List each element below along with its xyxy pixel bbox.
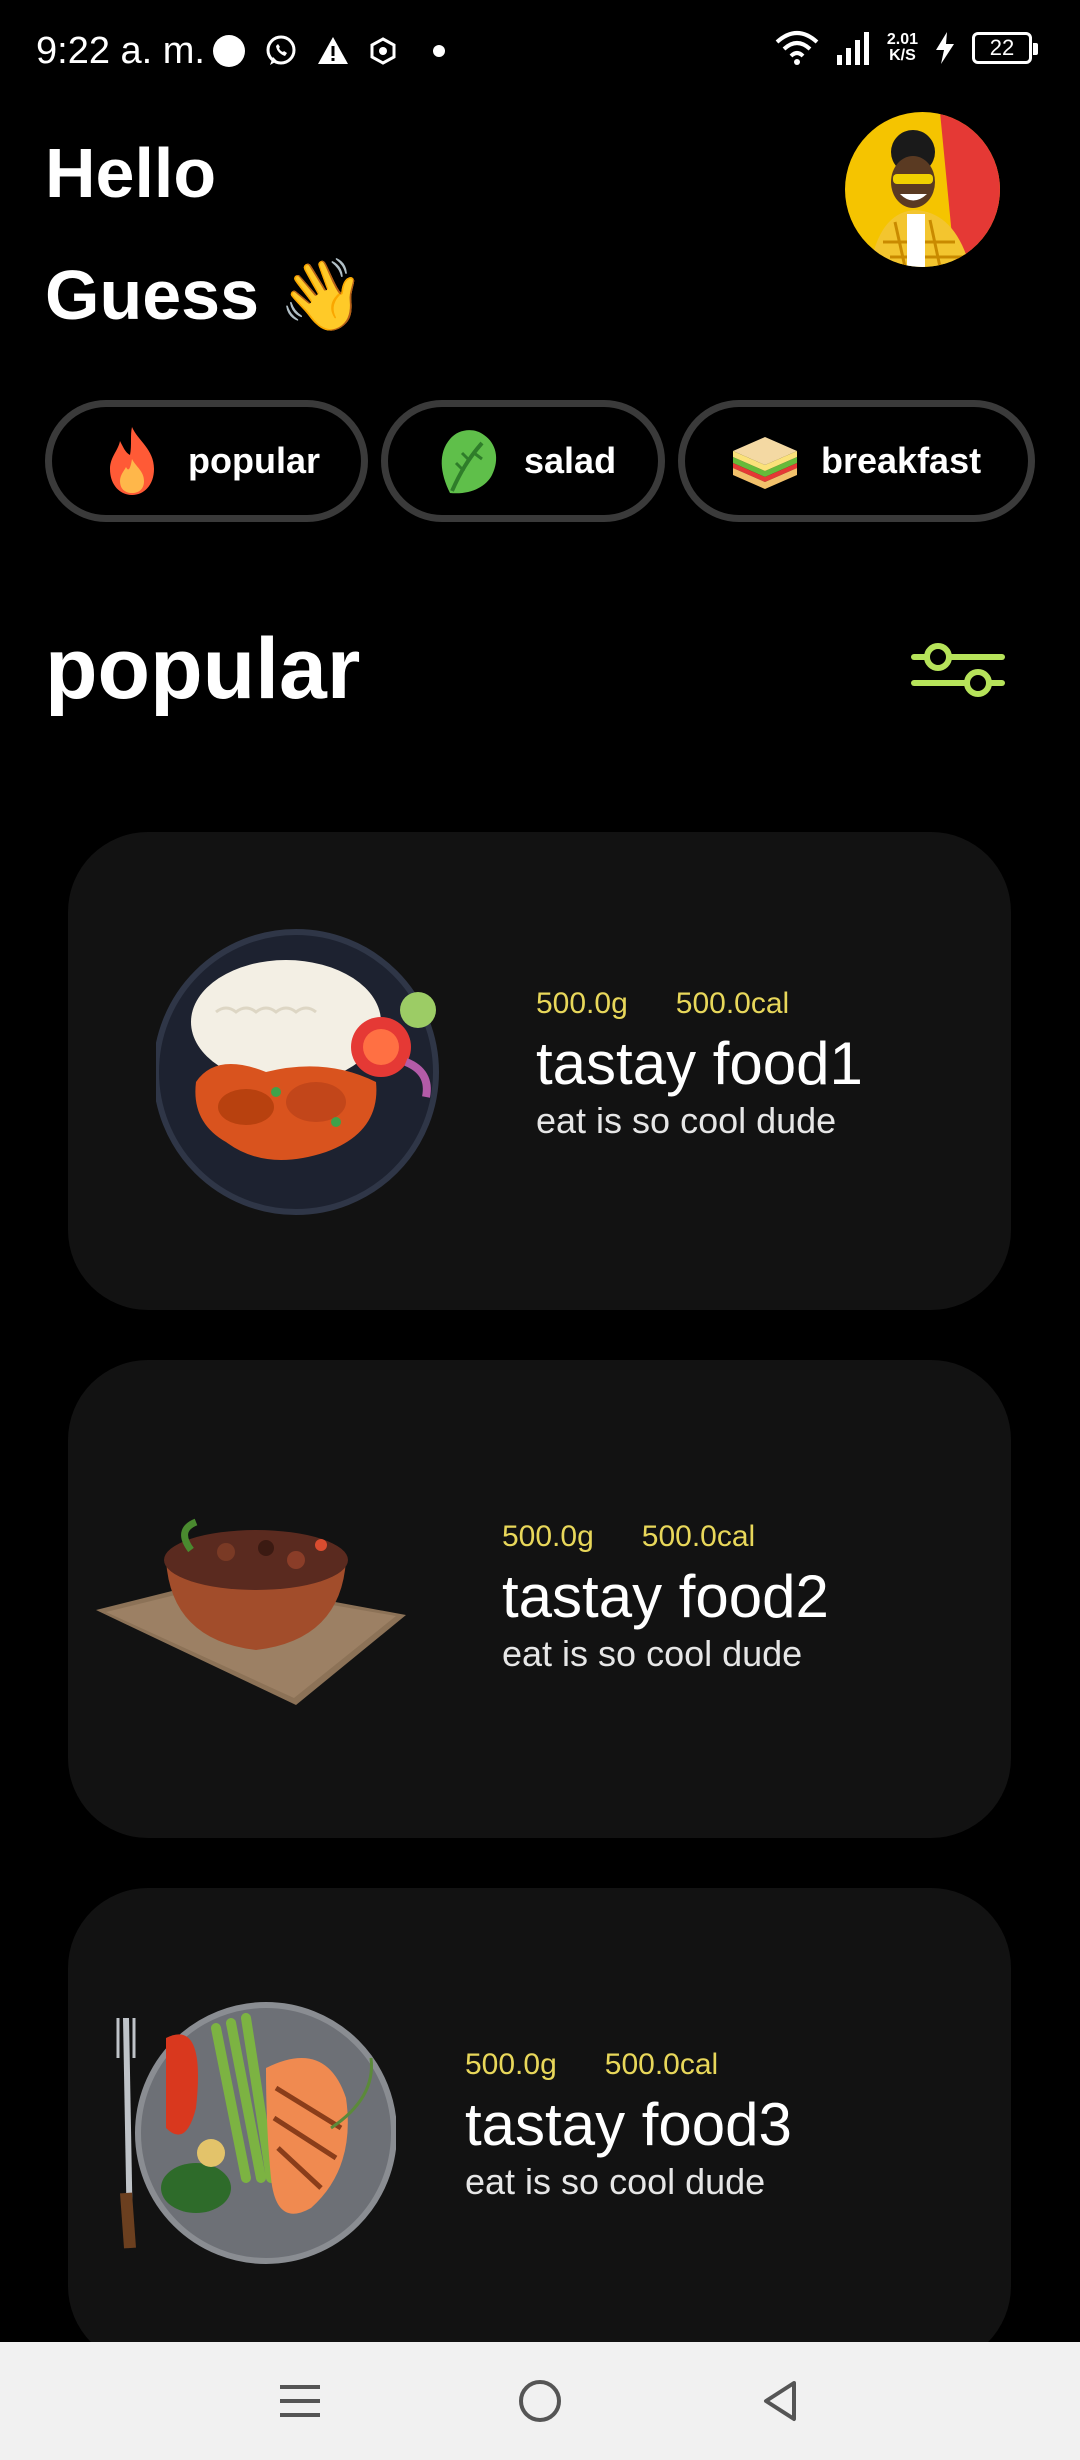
food-image <box>156 929 439 1215</box>
battery-level: 22 <box>989 35 1015 60</box>
system-icons: 2.01 K/S 22 <box>775 30 1038 66</box>
fire-icon <box>110 427 154 495</box>
food-weight: 500.0g <box>465 2048 557 2081</box>
category-chip-breakfast[interactable]: breakfast <box>678 400 1035 522</box>
home-circle-icon <box>519 2380 561 2422</box>
food-name: tastay food2 <box>502 1563 829 1630</box>
status-time: 9:22 a. m. <box>36 30 205 72</box>
net-speed-unit: K/S <box>889 47 916 64</box>
food-description: eat is so cool dude <box>465 2161 766 2202</box>
system-nav-bar <box>0 2342 1080 2460</box>
section-title: popular <box>45 621 361 717</box>
avatar-image <box>845 112 1000 267</box>
food-calories: 500.0cal <box>675 987 790 1020</box>
circle-notification-icon <box>213 35 245 67</box>
food-card[interactable]: 500.0g 500.0cal tastay food1 eat is so c… <box>68 832 1011 1310</box>
net-speed-value: 2.01 <box>886 31 918 48</box>
food-name: tastay food1 <box>536 1030 863 1097</box>
menu-icon <box>280 2385 320 2417</box>
sandwich-icon <box>733 437 797 489</box>
sliders-icon[interactable] <box>910 640 1006 700</box>
food-calories: 500.0cal <box>604 2048 719 2081</box>
food-info: 500.0g 500.0cal tastay food2 eat is so c… <box>502 1520 829 1675</box>
charging-icon <box>936 32 954 64</box>
food-stats: 500.0g 500.0cal <box>465 2048 792 2082</box>
category-label: popular <box>188 440 320 481</box>
menu-button[interactable] <box>270 2371 330 2431</box>
food-image <box>96 1518 406 1705</box>
food-name: tastay food3 <box>465 2091 792 2158</box>
net-speed: 2.01 K/S <box>887 32 918 64</box>
food-stats: 500.0g 500.0cal <box>502 1520 829 1554</box>
status-bar: 9:22 a. m. 2.01 K/S 22 <box>0 0 1080 110</box>
back-button[interactable] <box>750 2371 810 2431</box>
lettuce-icon <box>441 430 497 494</box>
dot-icon <box>433 45 445 57</box>
greeting: Hello Guess 👋 <box>45 112 366 356</box>
food-weight: 500.0g <box>502 1520 594 1553</box>
warning-icon <box>318 37 348 64</box>
category-label: salad <box>524 440 617 481</box>
category-chip-popular[interactable]: popular <box>45 400 368 522</box>
food-card[interactable]: 500.0g 500.0cal tastay food2 eat is so c… <box>68 1360 1011 1838</box>
battery-icon: 22 <box>972 32 1038 64</box>
food-weight: 500.0g <box>536 987 628 1020</box>
avatar[interactable] <box>845 112 1000 267</box>
greeting-line2: Guess 👋 <box>45 256 366 334</box>
home-button[interactable] <box>510 2371 570 2431</box>
hexagon-icon <box>370 37 396 65</box>
notification-icons <box>212 34 446 68</box>
food-description: eat is so cool dude <box>502 1633 803 1674</box>
greeting-line1: Hello <box>45 134 217 212</box>
wifi-icon <box>775 31 819 65</box>
food-calories: 500.0cal <box>641 1520 756 1553</box>
food-info: 500.0g 500.0cal tastay food1 eat is so c… <box>536 987 863 1142</box>
back-triangle-icon <box>764 2381 796 2421</box>
signal-icon <box>836 32 869 65</box>
category-chip-salad[interactable]: salad <box>381 400 665 522</box>
app-screen: 9:22 a. m. 2.01 K/S 22 Hello Guess 👋 pop… <box>0 0 1080 2460</box>
food-description: eat is so cool dude <box>536 1100 837 1141</box>
food-info: 500.0g 500.0cal tastay food3 eat is so c… <box>465 2048 792 2203</box>
category-label: breakfast <box>821 440 982 481</box>
whatsapp-icon <box>266 35 296 65</box>
food-stats: 500.0g 500.0cal <box>536 987 863 1021</box>
food-card[interactable]: 500.0g 500.0cal tastay food3 eat is so c… <box>68 1888 1011 2366</box>
